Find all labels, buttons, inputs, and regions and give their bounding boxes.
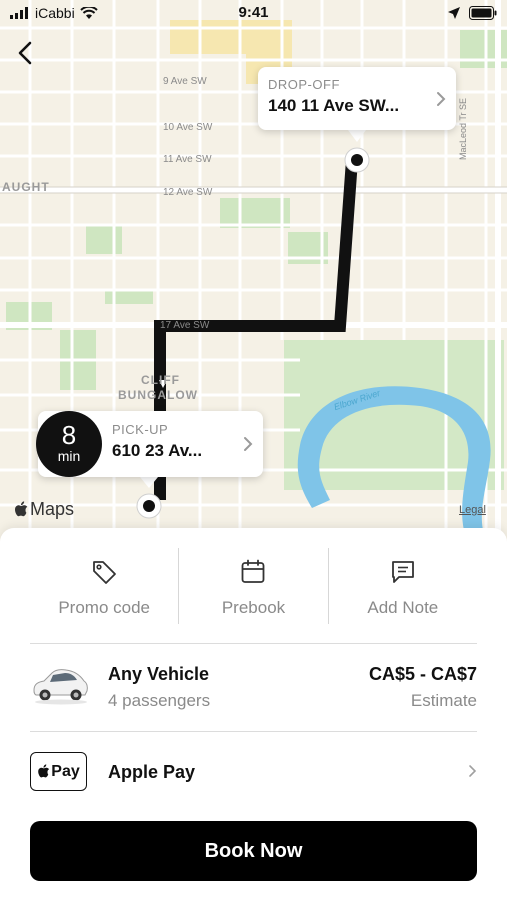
battery-icon — [469, 6, 497, 20]
prebook-button[interactable]: Prebook — [179, 546, 327, 626]
status-time: 9:41 — [238, 4, 269, 21]
add-note-button[interactable]: Add Note — [329, 546, 477, 626]
fare-estimate-label: Estimate — [410, 691, 477, 710]
chevron-left-icon — [18, 41, 32, 65]
eta-unit: min — [57, 448, 81, 464]
chevron-right-icon — [244, 437, 253, 451]
pickup-address: 610 23 Av... — [112, 441, 203, 460]
vehicle-name: Any Vehicle — [108, 664, 210, 684]
map-view[interactable]: 9 Ave SW 10 Ave SW 11 Ave SW 12 Ave SW 1… — [0, 0, 507, 560]
vehicle-selector[interactable]: Any Vehicle 4 passengers CA$5 - CA$7 Est… — [30, 654, 477, 724]
book-now-button[interactable]: Book Now — [30, 821, 477, 881]
maps-brand-text: Maps — [30, 499, 75, 519]
chevron-right-icon — [469, 765, 477, 777]
calendar-icon — [242, 559, 265, 583]
divider — [30, 643, 477, 644]
promo-code-button[interactable]: Promo code — [30, 546, 178, 626]
payment-method-selector[interactable]: Pay Apple Pay — [30, 750, 477, 794]
area-label: BUNGALOW — [118, 388, 198, 402]
dropoff-callout[interactable]: DROP-OFF 140 11 Ave SW... — [258, 67, 456, 130]
apple-pay-badge-text: Pay — [51, 762, 80, 780]
apple-logo-icon — [38, 764, 50, 778]
note-icon — [391, 561, 414, 583]
eta-badge: 8 min — [36, 411, 102, 477]
area-label: AUGHT — [2, 180, 50, 194]
street-label: 11 Ave SW — [163, 154, 212, 165]
status-right — [447, 6, 497, 20]
dropoff-address: 140 11 Ave SW... — [268, 96, 400, 115]
action-bar: Promo code Prebook Add Note — [30, 546, 477, 626]
street-label: 9 Ave SW — [163, 76, 207, 87]
street-label: 10 Ave SW — [163, 122, 213, 133]
apple-logo-icon — [15, 501, 28, 517]
apple-pay-badge: Pay — [30, 752, 87, 791]
add-note-label: Add Note — [367, 598, 439, 617]
legal-link[interactable]: Legal — [459, 504, 486, 516]
booking-sheet: Promo code Prebook Add Note Any Vehicle … — [0, 528, 507, 900]
back-button[interactable] — [10, 38, 40, 68]
street-label: 12 Ave SW — [163, 187, 213, 198]
status-bar: iCabbi 9:41 — [0, 0, 507, 28]
area-label: CLIFF — [141, 373, 180, 387]
fare-estimate: CA$5 - CA$7 — [368, 664, 477, 684]
vehicle-passengers: 4 passengers — [108, 691, 211, 710]
maps-logo: Maps — [14, 499, 74, 520]
payment-method-name: Apple Pay — [108, 762, 196, 782]
street-label: 17 Ave SW — [160, 320, 210, 331]
location-arrow-icon — [448, 7, 460, 19]
chevron-right-icon — [437, 91, 446, 106]
dropoff-label: DROP-OFF — [268, 77, 340, 92]
car-icon — [33, 669, 88, 705]
divider — [30, 731, 477, 732]
street-label: MacLeod Tr SE — [458, 97, 468, 160]
tag-icon — [93, 561, 117, 584]
pickup-label: PICK-UP — [112, 422, 169, 437]
prebook-label: Prebook — [221, 598, 286, 617]
eta-value: 8 — [61, 420, 77, 450]
promo-code-label: Promo code — [58, 598, 150, 617]
